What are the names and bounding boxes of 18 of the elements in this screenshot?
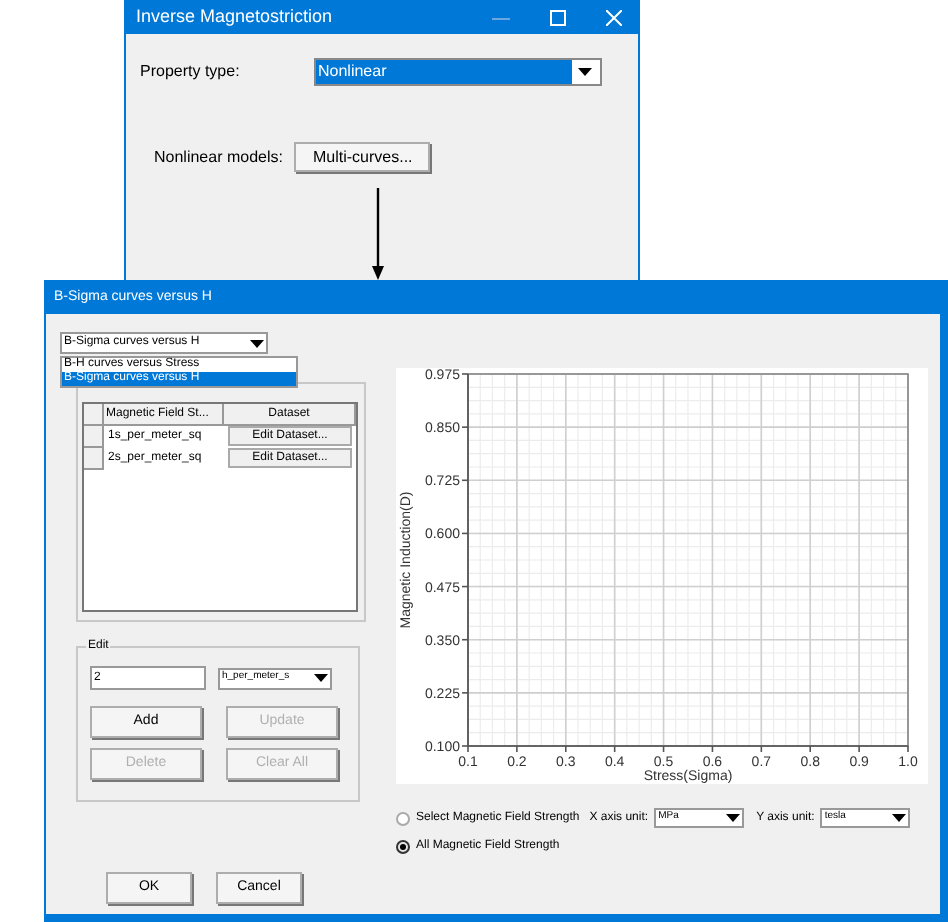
property-type-dropdown[interactable]: Nonlinear [314, 58, 602, 86]
maximize-icon[interactable] [550, 10, 566, 26]
row-header-cell [84, 404, 104, 426]
row-header-cell [84, 426, 104, 448]
radio-button[interactable] [396, 811, 410, 825]
connector-arrow [372, 188, 384, 280]
window-title: Inverse Magnetostriction [136, 4, 333, 31]
dropdown-arrow-icon [577, 68, 591, 76]
dropdown-arrow-icon [250, 339, 264, 347]
field-label: Property type: [140, 60, 242, 84]
multi-curves-button[interactable]: Multi-curves... [294, 142, 431, 172]
radio-button[interactable] [396, 840, 410, 854]
field-label: Nonlinear models: [154, 145, 283, 169]
row-header-cell [84, 448, 104, 470]
close-icon[interactable] [606, 10, 622, 26]
dropdown-arrow-icon [314, 674, 328, 682]
dropdown-arrow-icon [726, 814, 741, 822]
dropdown-arrow-icon [892, 814, 907, 822]
